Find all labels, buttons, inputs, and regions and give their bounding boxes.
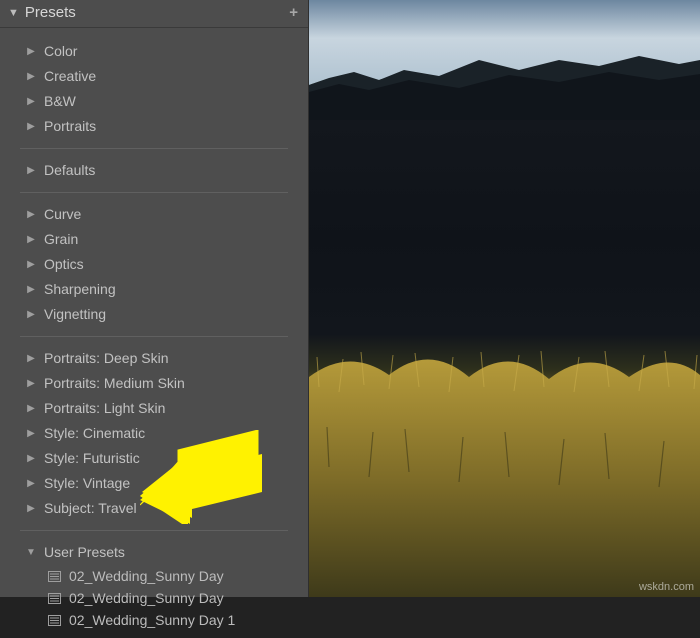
preset-item[interactable]: 02_Wedding_Sunny Day [0, 565, 308, 587]
expand-icon: ▶ [24, 66, 38, 87]
preview-foreground-grass [309, 337, 700, 597]
preset-sliders-icon [48, 571, 61, 582]
preset-folder-grain[interactable]: ▶Grain [0, 227, 308, 252]
divider [20, 336, 288, 337]
expand-icon: ▶ [24, 279, 38, 300]
preset-label: 02_Wedding_Sunny Day [69, 588, 224, 608]
panel-body: ▶Color ▶Creative ▶B&W ▶Portraits ▶Defaul… [0, 28, 308, 638]
collapse-icon: ▼ [24, 542, 38, 563]
preset-folder-style-vintage[interactable]: ▶Style: Vintage [0, 471, 308, 496]
preset-label: 02_Wedding_Sunny Day [69, 566, 224, 586]
preview-sky-ridge [309, 0, 700, 120]
expand-icon: ▶ [24, 304, 38, 325]
expand-icon: ▶ [24, 348, 38, 369]
expand-icon: ▶ [24, 160, 38, 181]
expand-icon: ▶ [24, 398, 38, 419]
preset-folder-style-cinematic[interactable]: ▶Style: Cinematic [0, 421, 308, 446]
preset-folder-portraits-medium[interactable]: ▶Portraits: Medium Skin [0, 371, 308, 396]
expand-icon: ▶ [24, 204, 38, 225]
preset-folder-bw[interactable]: ▶B&W [0, 89, 308, 114]
preset-group: ▶Curve ▶Grain ▶Optics ▶Sharpening ▶Vigne… [0, 199, 308, 330]
expand-icon: ▶ [24, 423, 38, 444]
preset-folder-defaults[interactable]: ▶Defaults [0, 158, 308, 183]
preset-folder-vignetting[interactable]: ▶Vignetting [0, 302, 308, 327]
expand-icon: ▶ [24, 473, 38, 494]
preset-folder-sharpening[interactable]: ▶Sharpening [0, 277, 308, 302]
expand-icon: ▶ [24, 116, 38, 137]
expand-icon: ▶ [24, 91, 38, 112]
preset-group: ▶Portraits: Deep Skin ▶Portraits: Medium… [0, 343, 308, 524]
preset-folder-curve[interactable]: ▶Curve [0, 202, 308, 227]
preset-item[interactable]: 02_Wedding_Sunny Day 1 [0, 609, 308, 631]
preset-folder-color[interactable]: ▶Color [0, 39, 308, 64]
preset-group: ▶Color ▶Creative ▶B&W ▶Portraits [0, 36, 308, 142]
preset-folder-optics[interactable]: ▶Optics [0, 252, 308, 277]
user-presets-group: ▼ User Presets 02_Wedding_Sunny Day 02_W… [0, 537, 308, 634]
expand-icon: ▶ [24, 254, 38, 275]
divider [20, 192, 288, 193]
expand-icon: ▶ [24, 41, 38, 62]
preset-folder-style-futuristic[interactable]: ▶Style: Futuristic [0, 446, 308, 471]
preset-item[interactable]: 02_Wedding_Sunny Day [0, 587, 308, 609]
expand-icon: ▶ [24, 498, 38, 519]
preset-label: 02_Wedding_Sunny Day 1 [69, 610, 235, 630]
preset-sliders-icon [48, 615, 61, 626]
preset-folder-user-presets[interactable]: ▼ User Presets [0, 540, 308, 565]
preset-folder-portraits[interactable]: ▶Portraits [0, 114, 308, 139]
collapse-icon: ▼ [8, 7, 19, 19]
preset-folder-portraits-deep[interactable]: ▶Portraits: Deep Skin [0, 346, 308, 371]
panel-title: Presets [25, 4, 289, 21]
preset-sliders-icon [48, 593, 61, 604]
preset-folder-portraits-light[interactable]: ▶Portraits: Light Skin [0, 396, 308, 421]
presets-panel: ▼ Presets + ▶Color ▶Creative ▶B&W ▶Portr… [0, 0, 309, 597]
divider [20, 530, 288, 531]
preset-folder-subject-travel[interactable]: ▶Subject: Travel [0, 496, 308, 521]
expand-icon: ▶ [24, 448, 38, 469]
expand-icon: ▶ [24, 229, 38, 250]
preset-group: ▶Defaults [0, 155, 308, 186]
preset-folder-creative[interactable]: ▶Creative [0, 64, 308, 89]
divider [20, 148, 288, 149]
photo-preview [309, 0, 700, 597]
add-preset-icon[interactable]: + [289, 4, 298, 21]
expand-icon: ▶ [24, 373, 38, 394]
panel-header[interactable]: ▼ Presets + [0, 0, 308, 28]
